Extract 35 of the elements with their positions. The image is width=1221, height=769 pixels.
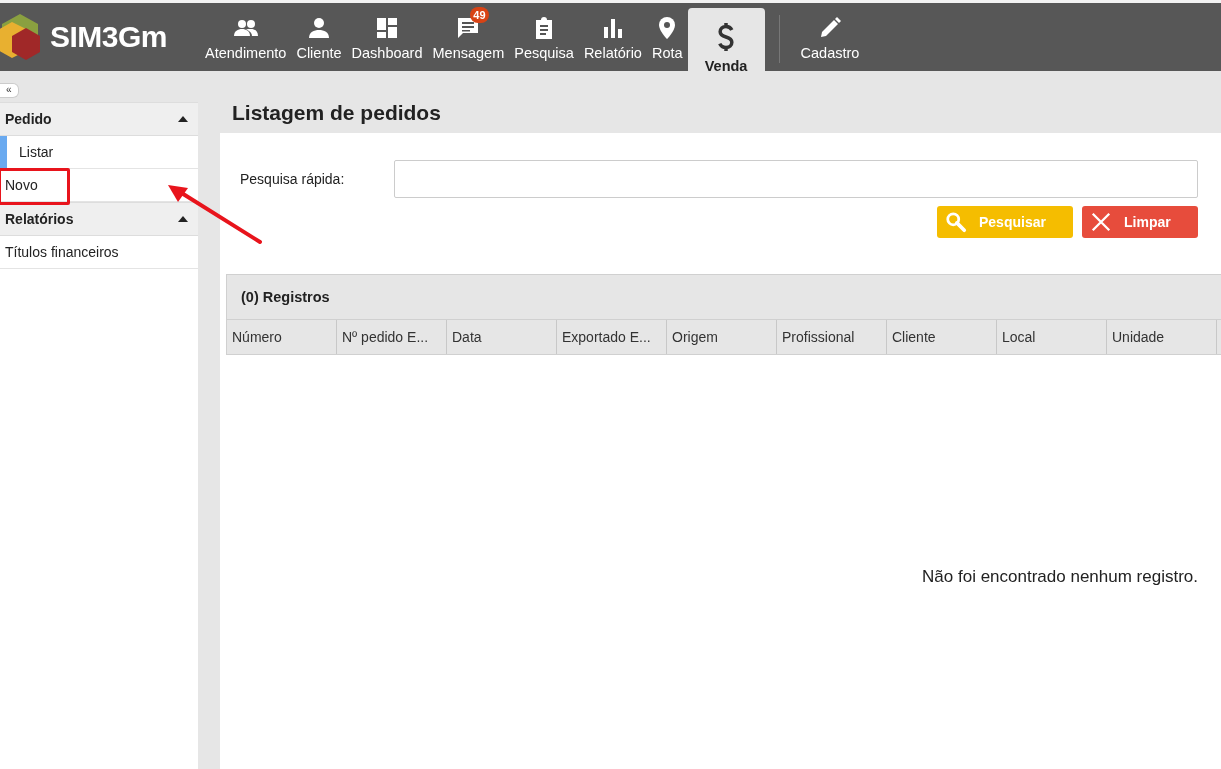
logo-text: SIM3Gm (50, 20, 168, 54)
records-title: (0) Registros (227, 275, 1221, 320)
caret-icon (178, 215, 188, 222)
column-header[interactable]: Cliente (887, 320, 997, 354)
nav-tab[interactable]: Dashboard (346, 3, 428, 71)
nav-tab[interactable]: Rota (646, 3, 688, 71)
column-header[interactable]: Local (997, 320, 1107, 354)
section-header[interactable]: Pedido (0, 101, 198, 136)
nav-tab[interactable]: Atendimento (200, 3, 292, 71)
search-label: Pesquisa rápida: (240, 171, 346, 187)
nav-tab[interactable]: Relatório (578, 3, 647, 71)
close-icon (1090, 211, 1112, 233)
pencil-icon (818, 16, 842, 40)
empty-message: Não foi encontrado nenhum registro. (922, 567, 1198, 587)
column-header[interactable]: Data (447, 320, 557, 354)
count-badge: 49 (470, 7, 489, 23)
clear-button[interactable]: Limpar (1082, 206, 1198, 238)
column-header[interactable]: Origem (667, 320, 777, 354)
nav-tab[interactable]: Cadastro (795, 3, 865, 71)
column-header[interactable]: Nº pedido E... (337, 320, 447, 354)
dashboard-icon (375, 16, 400, 40)
search-icon (945, 211, 967, 233)
column-header[interactable]: Unidade (1107, 320, 1217, 354)
column-header[interactable]: Exportado E... (557, 320, 667, 354)
caret-icon (178, 115, 188, 122)
page-title: Listagem de pedidos (231, 100, 442, 126)
section-header[interactable]: Relatórios (0, 201, 198, 236)
collapse-button[interactable]: « (0, 82, 19, 98)
search-field[interactable] (394, 160, 1198, 198)
nav-tab[interactable]: Pesquisa (509, 3, 579, 71)
nav-tab[interactable]: 49 Mensagem (427, 3, 510, 71)
person-icon (307, 16, 331, 40)
column-header[interactable]: Número (227, 320, 337, 354)
column-header[interactable]: Profissional (777, 320, 887, 354)
nav-tab[interactable]: Cliente (291, 3, 347, 71)
